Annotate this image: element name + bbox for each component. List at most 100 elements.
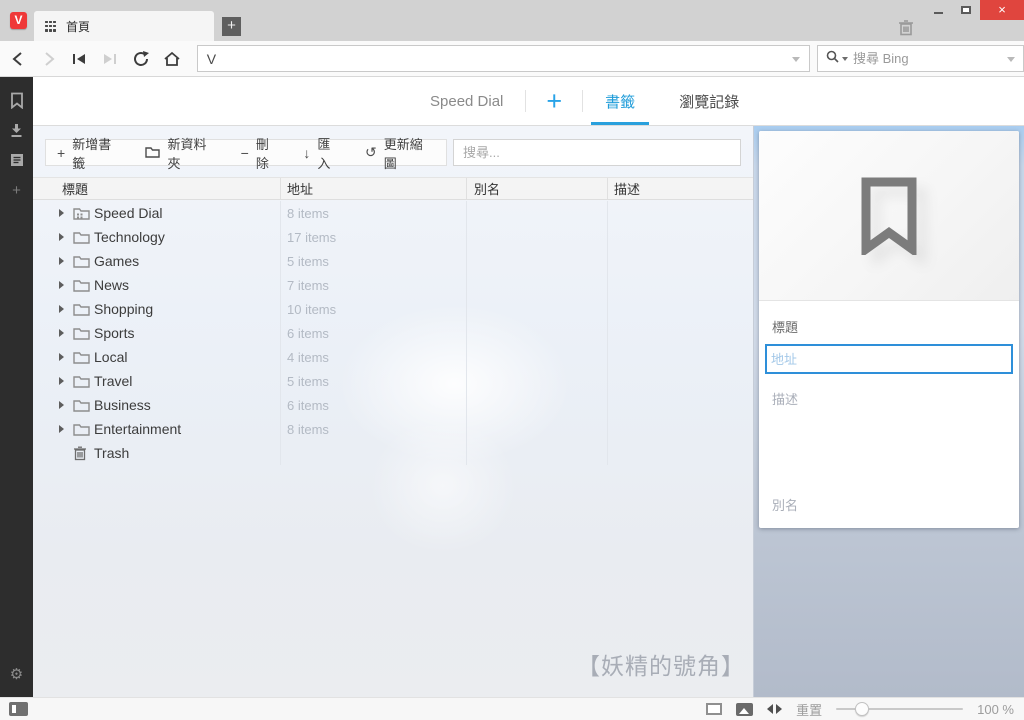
vivaldi-bookmarks-window: V 首頁 + × V 搜尋 Bing + ⚙ Speed Dial + 書籤 瀏… — [0, 0, 1024, 720]
expander-icon[interactable] — [59, 377, 73, 385]
page-watermark-text: 【妖精的號角】 — [577, 653, 745, 679]
expander-icon[interactable] — [59, 353, 73, 361]
speed-dial-folder-icon — [73, 207, 94, 220]
bookmark-icon — [861, 177, 917, 255]
zoom-level-value: 100 % — [977, 701, 1014, 717]
folder-icon — [73, 399, 94, 412]
zoom-slider-thumb[interactable] — [855, 702, 870, 716]
table-row[interactable]: Technology 17 items — [33, 225, 753, 249]
fast-forward-icon[interactable] — [97, 46, 123, 72]
toggle-images-icon[interactable] — [736, 702, 754, 716]
expander-icon[interactable] — [59, 305, 73, 313]
rewind-icon[interactable] — [67, 46, 93, 72]
address-input[interactable] — [224, 47, 809, 70]
column-header-description[interactable]: 描述 — [608, 178, 753, 199]
panel-sidebar: + ⚙ — [0, 77, 33, 697]
delete-button[interactable]: − 刪除 — [230, 137, 293, 171]
bookmarks-toolbar: + 新增書籤 新資料夾 − 刪除 ↓ 匯入 ↺ 更新縮圖 搜尋... — [45, 137, 741, 171]
bookmarks-panel-icon[interactable] — [0, 85, 33, 115]
search-field[interactable] — [817, 45, 1024, 72]
column-header-nickname[interactable]: 別名 — [467, 178, 608, 199]
expander-icon[interactable] — [59, 401, 73, 409]
notes-panel-icon[interactable] — [0, 145, 33, 175]
browser-tab[interactable]: 首頁 — [34, 11, 214, 41]
table-row[interactable]: Business 6 items — [33, 393, 753, 417]
bookmark-address-input[interactable] — [767, 351, 1011, 367]
zoom-slider[interactable] — [836, 702, 964, 716]
description-field[interactable]: 描述 — [759, 374, 1019, 408]
reload-icon[interactable] — [128, 46, 154, 72]
column-header-address[interactable]: 地址 — [281, 178, 467, 199]
bookmarks-search-input[interactable] — [454, 145, 740, 160]
trash-icon — [73, 446, 94, 461]
expander-icon[interactable] — [59, 281, 73, 289]
bookmarks-main-area: + 新增書籤 新資料夾 − 刪除 ↓ 匯入 ↺ 更新縮圖 搜尋... 標題 地址… — [33, 126, 753, 697]
downloads-panel-icon[interactable] — [0, 115, 33, 145]
folder-icon — [73, 375, 94, 388]
minimize-button[interactable] — [924, 0, 952, 20]
minus-icon: − — [240, 144, 249, 161]
address-bar[interactable]: V — [196, 45, 810, 72]
table-row[interactable]: News 7 items — [33, 273, 753, 297]
tab-title: 首頁 — [66, 19, 91, 34]
import-button[interactable]: ↓ 匯入 — [292, 137, 354, 171]
table-row[interactable]: Entertainment 8 items — [33, 417, 753, 441]
table-row[interactable]: Travel 5 items — [33, 369, 753, 393]
new-tab-button[interactable]: + — [222, 17, 241, 36]
table-row[interactable]: Games 5 items — [33, 249, 753, 273]
nickname-field[interactable]: 別名 — [759, 480, 811, 514]
new-folder-button[interactable]: 新資料夾 — [134, 137, 229, 171]
start-page-tabs: Speed Dial + 書籤 瀏覽記錄 — [33, 77, 1024, 126]
maximize-button[interactable] — [952, 0, 980, 20]
table-row[interactable]: Local 4 items — [33, 345, 753, 369]
navigation-bar: V — [0, 41, 1024, 77]
column-header-title[interactable]: 標題 — [33, 178, 281, 199]
table-row[interactable]: Sports 6 items — [33, 321, 753, 345]
tab-bookmarks[interactable]: 書籤 — [583, 77, 657, 125]
bookmarks-search-box[interactable] — [453, 139, 741, 166]
folder-icon — [73, 351, 94, 364]
table-row[interactable]: Shopping 10 items — [33, 297, 753, 321]
bookmark-editor-card: 標題 描述 別名 — [759, 131, 1019, 528]
search-engine-dropdown-icon[interactable] — [842, 56, 848, 61]
settings-gear-icon[interactable]: ⚙ — [0, 665, 33, 683]
tiling-arrows-icon[interactable] — [767, 704, 783, 714]
folder-icon — [73, 255, 94, 268]
bookmarks-table: Speed Dial 8 items Technology 17 items G… — [33, 201, 753, 465]
add-web-panel-icon[interactable]: + — [0, 175, 33, 205]
expander-icon[interactable] — [59, 233, 73, 241]
close-button[interactable]: × — [980, 0, 1024, 20]
closed-tabs-trash-icon[interactable] — [898, 19, 914, 41]
home-icon[interactable] — [159, 46, 185, 72]
rotate-icon: ↺ — [365, 144, 377, 160]
tab-speed-dial[interactable]: Speed Dial — [408, 77, 525, 125]
zoom-reset-button[interactable]: 重置 — [796, 700, 822, 719]
title-field-label[interactable]: 標題 — [759, 301, 1019, 336]
address-field[interactable] — [765, 344, 1013, 374]
folder-icon — [73, 423, 94, 436]
add-page-button[interactable]: + — [526, 77, 582, 125]
expander-icon[interactable] — [59, 329, 73, 337]
down-arrow-icon: ↓ — [303, 144, 311, 161]
address-dropdown-icon[interactable] — [792, 57, 800, 62]
table-row[interactable]: Speed Dial 8 items — [33, 201, 753, 225]
vivaldi-menu-button[interactable]: V — [10, 12, 27, 29]
expander-icon[interactable] — [59, 209, 73, 217]
toggle-panel-icon[interactable] — [9, 702, 28, 716]
add-bookmark-button[interactable]: + 新增書籤 — [46, 137, 134, 171]
update-thumbnails-button[interactable]: ↺ 更新縮圖 — [354, 137, 446, 171]
table-row-trash[interactable]: Trash — [33, 441, 753, 465]
web-search-input[interactable] — [853, 51, 1023, 66]
expander-icon[interactable] — [59, 257, 73, 265]
forward-icon[interactable] — [36, 46, 62, 72]
bookmarks-table-header: 標題 地址 別名 描述 — [33, 177, 753, 200]
page-actions-icon[interactable] — [706, 703, 723, 715]
search-icon — [826, 50, 839, 68]
tab-history[interactable]: 瀏覽記錄 — [657, 77, 761, 125]
search-dropdown-icon[interactable] — [1007, 57, 1015, 62]
expander-icon[interactable] — [59, 425, 73, 433]
plus-icon: + — [57, 144, 66, 161]
back-icon[interactable] — [5, 46, 31, 72]
bookmark-editor-panel: 標題 描述 別名 — [753, 126, 1024, 697]
